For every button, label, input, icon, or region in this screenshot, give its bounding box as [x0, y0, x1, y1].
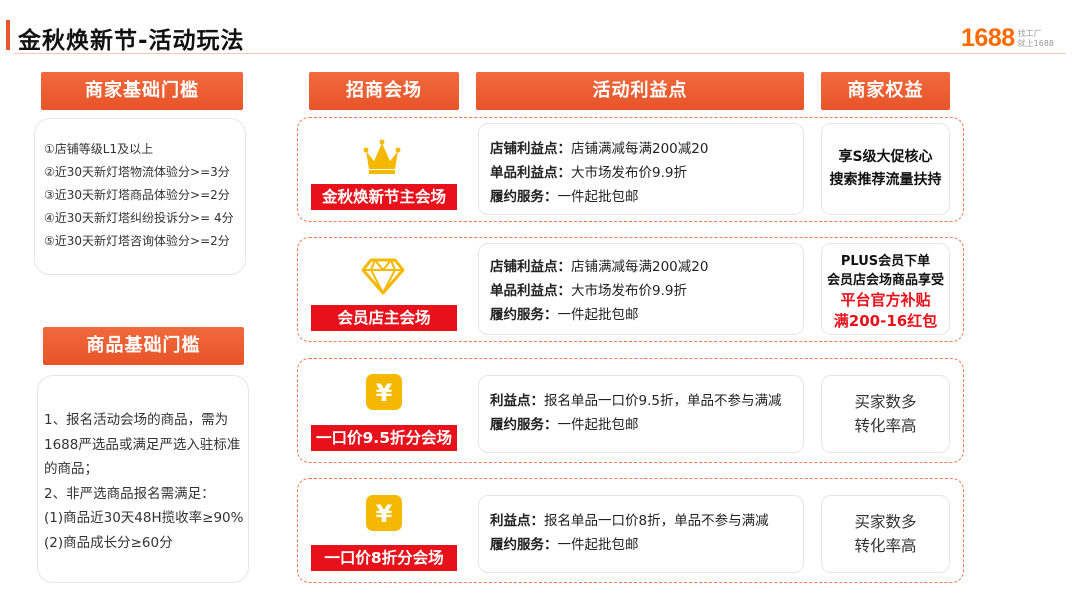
- rights-line: PLUS会员下单: [840, 254, 931, 269]
- benefit-label: 履约服务：: [490, 189, 558, 205]
- benefit-line: 履约服务：一件起批包邮: [490, 303, 708, 327]
- rights-header: 商家权益: [821, 72, 950, 110]
- benefit-label: 履约服务：: [490, 307, 558, 323]
- benefit-header: 活动利益点: [476, 72, 804, 110]
- benefit-text: 报名单品一口价9.5折，单品不参与满减: [544, 393, 782, 409]
- benefit-text: 报名单品一口价8折，单品不参与满减: [544, 513, 769, 529]
- title-accent-bar: [6, 20, 10, 50]
- goods-requirement: 2、非严选商品报名需满足：: [44, 485, 215, 502]
- benefit-label: 利益点：: [490, 393, 544, 409]
- logo-number: 1688: [961, 24, 1015, 52]
- rights-line: 买家数多: [854, 513, 917, 531]
- benefit-line: 利益点：报名单品一口价9.5折，单品不参与满减: [490, 389, 781, 413]
- benefit-text: 店铺满减每满200减20: [571, 141, 709, 157]
- rights-box: PLUS会员下单 会员店会场商品享受 平台官方补贴 满200-16红包: [821, 243, 950, 335]
- rights-line: 享S级大促核心: [838, 149, 933, 165]
- benefit-label: 利益点：: [490, 513, 544, 529]
- logo-1688: 1688 找工厂 就上1688: [961, 24, 1054, 53]
- benefit-label: 店铺利益点：: [490, 141, 571, 157]
- benefit-line: 履约服务：一件起批包邮: [490, 413, 781, 437]
- venue-label: 会员店主会场: [311, 305, 457, 331]
- goods-requirements-list: 1、报名活动会场的商品，需为 1688严选品或满足严选入驻标准 的商品； 2、非…: [44, 408, 243, 555]
- logo-slogan-line2: 就上1688: [1017, 38, 1054, 48]
- rights-box: 享S级大促核心 搜索推荐流量扶持: [821, 123, 950, 215]
- benefit-line: 单品利益点：大市场发布价9.9折: [490, 161, 708, 185]
- rights-line: 转化率高: [854, 417, 917, 435]
- benefit-label: 履约服务：: [490, 417, 558, 433]
- goods-requirement: (2)商品成长分≥60分: [44, 534, 173, 551]
- benefit-text: 一件起批包邮: [557, 307, 639, 323]
- benefit-label: 履约服务：: [490, 537, 558, 553]
- crown-icon: [362, 137, 402, 177]
- merchant-requirement: ⑤近30天新灯塔咨询体验分>=2分: [44, 234, 230, 248]
- merchant-requirement: ②近30天新灯塔物流体验分>=3分: [44, 165, 230, 179]
- title-bar: 金秋焕新节-活动玩法 1688 找工厂 就上1688: [0, 18, 1080, 54]
- benefit-line: 店铺利益点：店铺满减每满200减20: [490, 255, 708, 279]
- benefit-label: 单品利益点：: [490, 165, 571, 181]
- benefit-lines: 店铺利益点：店铺满减每满200减20 单品利益点：大市场发布价9.9折 履约服务…: [490, 255, 708, 327]
- rights-highlight: 满200-16红包: [833, 312, 938, 330]
- merchant-requirement: ①店铺等级L1及以上: [44, 142, 154, 156]
- benefit-line: 店铺利益点：店铺满减每满200减20: [490, 137, 708, 161]
- rights-highlight: 平台官方补贴: [840, 291, 931, 309]
- venue-header: 招商会场: [309, 72, 459, 110]
- benefit-lines: 利益点：报名单品一口价8折，单品不参与满减 履约服务：一件起批包邮: [490, 509, 769, 557]
- benefit-text: 一件起批包邮: [557, 189, 639, 205]
- benefit-text: 店铺满减每满200减20: [571, 259, 709, 275]
- goods-requirement: (1)商品近30天48H揽收率≥90%: [44, 510, 244, 526]
- diamond-icon: [361, 256, 405, 296]
- logo-slogan: 找工厂 就上1688: [1018, 29, 1054, 49]
- benefit-line: 单品利益点：大市场发布价9.9折: [490, 279, 708, 303]
- merchant-requirement: ③近30天新灯塔商品体验分>=2分: [44, 188, 230, 202]
- merchant-threshold-header: 商家基础门槛: [41, 72, 243, 110]
- rights-line: 会员店会场商品享受: [826, 273, 944, 288]
- yen-icon: ¥: [366, 374, 402, 410]
- svg-text:¥: ¥: [376, 379, 393, 407]
- venue-label: 金秋焕新节主会场: [311, 184, 457, 210]
- logo-slogan-line1: 找工厂: [1017, 28, 1042, 38]
- benefit-line: 履约服务：一件起批包邮: [490, 185, 708, 209]
- goods-requirement: 的商品；: [44, 461, 98, 477]
- page-title: 金秋焕新节-活动玩法: [18, 28, 245, 54]
- benefit-label: 单品利益点：: [490, 283, 571, 299]
- venue-label: 一口价8折分会场: [311, 545, 457, 571]
- rights-line: 搜索推荐流量扶持: [829, 172, 942, 188]
- rights-line: 买家数多: [854, 393, 917, 411]
- benefit-lines: 利益点：报名单品一口价9.5折，单品不参与满减 履约服务：一件起批包邮: [490, 389, 781, 437]
- rights-box: 买家数多 转化率高: [821, 375, 950, 453]
- svg-text:¥: ¥: [376, 500, 393, 528]
- merchant-requirements-list: ①店铺等级L1及以上 ②近30天新灯塔物流体验分>=3分 ③近30天新灯塔商品体…: [44, 138, 234, 253]
- merchant-requirement: ④近30天新灯塔纠纷投诉分>= 4分: [44, 211, 234, 225]
- goods-requirement: 1、报名活动会场的商品，需为: [44, 412, 229, 428]
- benefit-text: 大市场发布价9.9折: [571, 165, 687, 181]
- benefit-text: 大市场发布价9.9折: [571, 283, 687, 299]
- goods-threshold-header: 商品基础门槛: [43, 327, 244, 365]
- yen-icon: ¥: [366, 495, 402, 531]
- venue-label: 一口价9.5折分会场: [311, 425, 457, 451]
- rights-box: 买家数多 转化率高: [821, 495, 950, 573]
- benefit-line: 履约服务：一件起批包邮: [490, 533, 769, 557]
- benefit-text: 一件起批包邮: [557, 537, 639, 553]
- benefit-text: 一件起批包邮: [557, 417, 639, 433]
- benefit-lines: 店铺利益点：店铺满减每满200减20 单品利益点：大市场发布价9.9折 履约服务…: [490, 137, 708, 209]
- benefit-line: 利益点：报名单品一口价8折，单品不参与满减: [490, 509, 769, 533]
- goods-requirement: 1688严选品或满足严选入驻标准: [44, 436, 241, 453]
- benefit-label: 店铺利益点：: [490, 259, 571, 275]
- rights-line: 转化率高: [854, 537, 917, 555]
- title-divider: [14, 53, 1066, 54]
